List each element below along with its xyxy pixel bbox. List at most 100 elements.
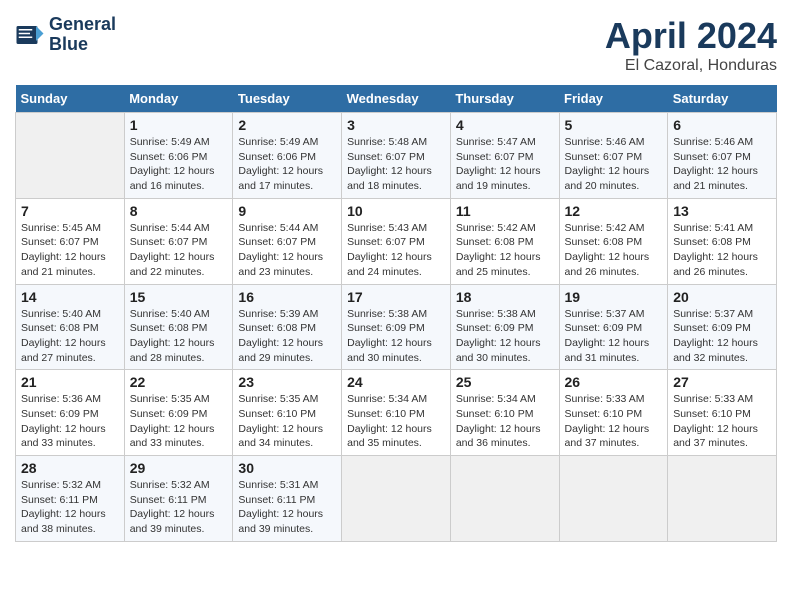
day-number: 21 [21, 374, 119, 390]
calendar-cell: 20 Sunrise: 5:37 AM Sunset: 6:09 PM Dayl… [668, 284, 777, 370]
day-number: 18 [456, 289, 554, 305]
col-wednesday: Wednesday [342, 85, 451, 113]
calendar-cell: 11 Sunrise: 5:42 AM Sunset: 6:08 PM Dayl… [450, 198, 559, 284]
day-info: Sunrise: 5:44 AM Sunset: 6:07 PM Dayligh… [130, 221, 228, 280]
day-number: 17 [347, 289, 445, 305]
col-monday: Monday [124, 85, 233, 113]
day-info: Sunrise: 5:46 AM Sunset: 6:07 PM Dayligh… [673, 135, 771, 194]
day-number: 2 [238, 117, 336, 133]
day-number: 14 [21, 289, 119, 305]
day-info: Sunrise: 5:34 AM Sunset: 6:10 PM Dayligh… [347, 392, 445, 451]
day-info: Sunrise: 5:43 AM Sunset: 6:07 PM Dayligh… [347, 221, 445, 280]
day-number: 8 [130, 203, 228, 219]
title-area: April 2024 El Cazoral, Honduras [605, 15, 777, 75]
day-info: Sunrise: 5:45 AM Sunset: 6:07 PM Dayligh… [21, 221, 119, 280]
calendar-cell: 28 Sunrise: 5:32 AM Sunset: 6:11 PM Dayl… [16, 456, 125, 542]
col-thursday: Thursday [450, 85, 559, 113]
day-number: 19 [565, 289, 663, 305]
calendar-cell: 27 Sunrise: 5:33 AM Sunset: 6:10 PM Dayl… [668, 370, 777, 456]
logo-icon [15, 20, 45, 50]
calendar-cell: 19 Sunrise: 5:37 AM Sunset: 6:09 PM Dayl… [559, 284, 668, 370]
logo-line2: Blue [49, 35, 116, 55]
calendar-cell [559, 456, 668, 542]
calendar-cell: 7 Sunrise: 5:45 AM Sunset: 6:07 PM Dayli… [16, 198, 125, 284]
day-number: 27 [673, 374, 771, 390]
calendar-cell: 8 Sunrise: 5:44 AM Sunset: 6:07 PM Dayli… [124, 198, 233, 284]
day-info: Sunrise: 5:36 AM Sunset: 6:09 PM Dayligh… [21, 392, 119, 451]
page-header: General Blue April 2024 El Cazoral, Hond… [15, 15, 777, 75]
day-number: 15 [130, 289, 228, 305]
calendar-cell: 24 Sunrise: 5:34 AM Sunset: 6:10 PM Dayl… [342, 370, 451, 456]
day-number: 12 [565, 203, 663, 219]
calendar-cell: 1 Sunrise: 5:49 AM Sunset: 6:06 PM Dayli… [124, 113, 233, 199]
calendar-cell: 25 Sunrise: 5:34 AM Sunset: 6:10 PM Dayl… [450, 370, 559, 456]
day-number: 1 [130, 117, 228, 133]
header-row: Sunday Monday Tuesday Wednesday Thursday… [16, 85, 777, 113]
day-info: Sunrise: 5:47 AM Sunset: 6:07 PM Dayligh… [456, 135, 554, 194]
week-row-2: 7 Sunrise: 5:45 AM Sunset: 6:07 PM Dayli… [16, 198, 777, 284]
calendar-cell: 6 Sunrise: 5:46 AM Sunset: 6:07 PM Dayli… [668, 113, 777, 199]
day-number: 16 [238, 289, 336, 305]
calendar-cell [450, 456, 559, 542]
day-info: Sunrise: 5:38 AM Sunset: 6:09 PM Dayligh… [347, 307, 445, 366]
calendar-cell: 21 Sunrise: 5:36 AM Sunset: 6:09 PM Dayl… [16, 370, 125, 456]
calendar-cell: 17 Sunrise: 5:38 AM Sunset: 6:09 PM Dayl… [342, 284, 451, 370]
calendar-cell: 15 Sunrise: 5:40 AM Sunset: 6:08 PM Dayl… [124, 284, 233, 370]
calendar-cell: 30 Sunrise: 5:31 AM Sunset: 6:11 PM Dayl… [233, 456, 342, 542]
day-info: Sunrise: 5:33 AM Sunset: 6:10 PM Dayligh… [565, 392, 663, 451]
calendar-cell: 22 Sunrise: 5:35 AM Sunset: 6:09 PM Dayl… [124, 370, 233, 456]
calendar-cell: 2 Sunrise: 5:49 AM Sunset: 6:06 PM Dayli… [233, 113, 342, 199]
month-title: April 2024 [605, 15, 777, 57]
calendar-cell: 12 Sunrise: 5:42 AM Sunset: 6:08 PM Dayl… [559, 198, 668, 284]
day-info: Sunrise: 5:49 AM Sunset: 6:06 PM Dayligh… [130, 135, 228, 194]
day-info: Sunrise: 5:31 AM Sunset: 6:11 PM Dayligh… [238, 478, 336, 537]
calendar-cell: 16 Sunrise: 5:39 AM Sunset: 6:08 PM Dayl… [233, 284, 342, 370]
day-info: Sunrise: 5:41 AM Sunset: 6:08 PM Dayligh… [673, 221, 771, 280]
day-info: Sunrise: 5:44 AM Sunset: 6:07 PM Dayligh… [238, 221, 336, 280]
day-number: 10 [347, 203, 445, 219]
day-info: Sunrise: 5:35 AM Sunset: 6:09 PM Dayligh… [130, 392, 228, 451]
day-number: 30 [238, 460, 336, 476]
day-info: Sunrise: 5:49 AM Sunset: 6:06 PM Dayligh… [238, 135, 336, 194]
day-number: 29 [130, 460, 228, 476]
location-title: El Cazoral, Honduras [605, 57, 777, 75]
day-number: 5 [565, 117, 663, 133]
day-number: 20 [673, 289, 771, 305]
calendar-cell [342, 456, 451, 542]
calendar-cell: 29 Sunrise: 5:32 AM Sunset: 6:11 PM Dayl… [124, 456, 233, 542]
logo: General Blue [15, 15, 116, 55]
calendar-cell: 9 Sunrise: 5:44 AM Sunset: 6:07 PM Dayli… [233, 198, 342, 284]
day-number: 7 [21, 203, 119, 219]
day-info: Sunrise: 5:39 AM Sunset: 6:08 PM Dayligh… [238, 307, 336, 366]
day-number: 11 [456, 203, 554, 219]
calendar-cell [16, 113, 125, 199]
calendar-cell: 23 Sunrise: 5:35 AM Sunset: 6:10 PM Dayl… [233, 370, 342, 456]
calendar-cell [668, 456, 777, 542]
col-sunday: Sunday [16, 85, 125, 113]
day-info: Sunrise: 5:42 AM Sunset: 6:08 PM Dayligh… [456, 221, 554, 280]
day-info: Sunrise: 5:37 AM Sunset: 6:09 PM Dayligh… [565, 307, 663, 366]
day-info: Sunrise: 5:40 AM Sunset: 6:08 PM Dayligh… [21, 307, 119, 366]
calendar-cell: 26 Sunrise: 5:33 AM Sunset: 6:10 PM Dayl… [559, 370, 668, 456]
day-number: 28 [21, 460, 119, 476]
calendar-table: Sunday Monday Tuesday Wednesday Thursday… [15, 85, 777, 542]
day-info: Sunrise: 5:32 AM Sunset: 6:11 PM Dayligh… [21, 478, 119, 537]
day-number: 22 [130, 374, 228, 390]
day-number: 26 [565, 374, 663, 390]
day-number: 13 [673, 203, 771, 219]
logo-line1: General [49, 15, 116, 35]
calendar-cell: 13 Sunrise: 5:41 AM Sunset: 6:08 PM Dayl… [668, 198, 777, 284]
day-info: Sunrise: 5:37 AM Sunset: 6:09 PM Dayligh… [673, 307, 771, 366]
day-info: Sunrise: 5:40 AM Sunset: 6:08 PM Dayligh… [130, 307, 228, 366]
day-info: Sunrise: 5:33 AM Sunset: 6:10 PM Dayligh… [673, 392, 771, 451]
day-number: 24 [347, 374, 445, 390]
day-number: 23 [238, 374, 336, 390]
day-info: Sunrise: 5:32 AM Sunset: 6:11 PM Dayligh… [130, 478, 228, 537]
calendar-cell: 4 Sunrise: 5:47 AM Sunset: 6:07 PM Dayli… [450, 113, 559, 199]
day-info: Sunrise: 5:42 AM Sunset: 6:08 PM Dayligh… [565, 221, 663, 280]
day-info: Sunrise: 5:35 AM Sunset: 6:10 PM Dayligh… [238, 392, 336, 451]
week-row-3: 14 Sunrise: 5:40 AM Sunset: 6:08 PM Dayl… [16, 284, 777, 370]
day-info: Sunrise: 5:48 AM Sunset: 6:07 PM Dayligh… [347, 135, 445, 194]
day-info: Sunrise: 5:38 AM Sunset: 6:09 PM Dayligh… [456, 307, 554, 366]
calendar-cell: 14 Sunrise: 5:40 AM Sunset: 6:08 PM Dayl… [16, 284, 125, 370]
